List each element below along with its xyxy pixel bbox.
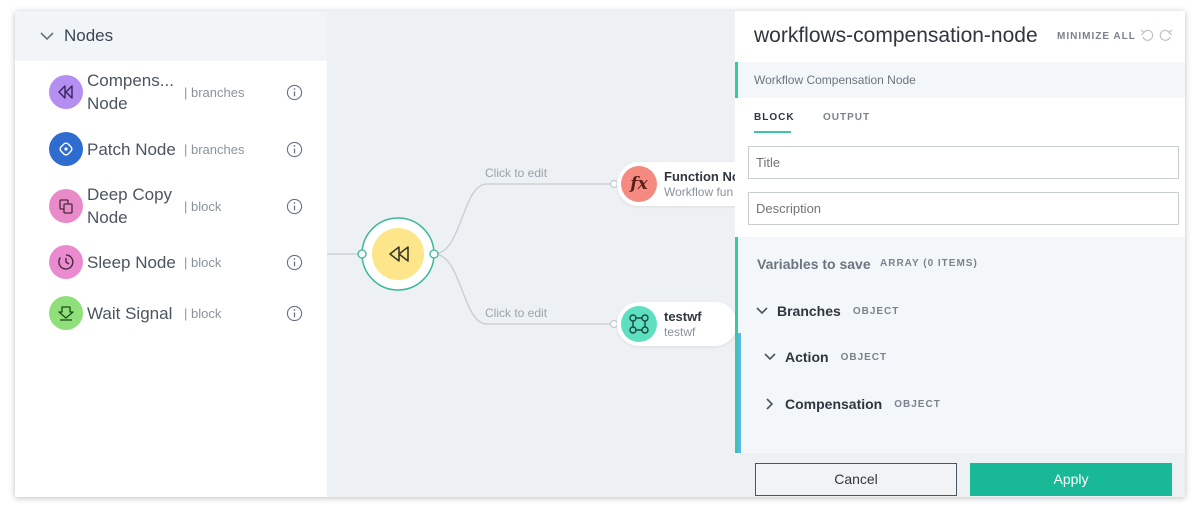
node-item-type: | branches: [184, 141, 245, 157]
properties-panel: workflows-compensation-node MINIMIZE ALL…: [735, 11, 1185, 497]
info-icon[interactable]: [286, 84, 303, 101]
panel-footer: Cancel Apply: [735, 453, 1185, 497]
node-item-patch[interactable]: Patch Node | branches: [15, 125, 327, 173]
description-input[interactable]: [748, 192, 1179, 225]
chevron-down-icon: [756, 307, 768, 315]
info-icon[interactable]: [286, 141, 303, 158]
node-library-title: Nodes: [64, 26, 114, 45]
app-frame: Nodes Compens... Node | branches Patch N…: [15, 11, 1185, 497]
minimize-all-button[interactable]: MINIMIZE ALL: [1057, 31, 1136, 42]
action-row[interactable]: Action OBJECT: [763, 349, 887, 365]
variables-label: Variables to save: [757, 256, 871, 272]
branches-children: Action OBJECT Compensation OBJECT: [738, 333, 1185, 453]
node-item-type: | block: [184, 254, 222, 270]
node-library-header[interactable]: Nodes: [15, 11, 327, 61]
function-node-subtitle: Workflow fun: [664, 185, 734, 199]
tab-block[interactable]: BLOCK: [754, 112, 795, 123]
node-item-label: Compens... Node: [87, 71, 174, 113]
info-icon[interactable]: [286, 254, 303, 271]
compensation-label: Compensation: [785, 396, 883, 412]
node-description-band: Workflow Compensation Node: [735, 62, 1185, 98]
testwf-node-card[interactable]: testwf testwf: [617, 302, 737, 346]
copy-icon: [49, 189, 83, 223]
node-item-deep-copy[interactable]: Deep Copy Node | block: [15, 182, 327, 230]
variables-type-tag: ARRAY (0 ITEMS): [880, 258, 978, 269]
edges-layer: [327, 179, 619, 329]
port-in: [357, 249, 367, 259]
edge-label-top[interactable]: Click to edit: [485, 166, 547, 180]
panel-title: workflows-compensation-node: [754, 24, 1038, 47]
node-item-label: Deep Copy Node: [87, 185, 173, 227]
redo-icon[interactable]: [1159, 28, 1173, 42]
chevron-down-icon: [40, 32, 54, 41]
action-label: Action: [785, 349, 829, 365]
active-tab-indicator: [754, 131, 791, 133]
download-icon: [49, 296, 83, 330]
branches-label: Branches: [777, 303, 841, 319]
info-icon[interactable]: [286, 305, 303, 322]
workflow-icon: [621, 306, 657, 342]
panel-tabs: BLOCK OUTPUT: [735, 98, 1185, 133]
node-item-label: Patch Node: [87, 139, 176, 159]
apply-button[interactable]: Apply: [970, 463, 1172, 496]
node-item-sleep[interactable]: Sleep Node | block: [15, 238, 327, 286]
action-type-tag: OBJECT: [840, 351, 888, 363]
compensation-type-tag: OBJECT: [894, 398, 941, 410]
workflow-canvas[interactable]: Click to edit Click to edit fx Function …: [327, 11, 757, 497]
patch-icon: [49, 132, 83, 166]
node-item-type: | branches: [184, 84, 245, 100]
fx-icon: fx: [621, 166, 657, 202]
node-item-type: | block: [184, 305, 222, 321]
compensation-row[interactable]: Compensation OBJECT: [763, 396, 941, 412]
edge-label-bottom[interactable]: Click to edit: [485, 306, 547, 320]
chevron-right-icon: [766, 398, 774, 410]
variables-section: Variables to save ARRAY (0 ITEMS) Branch…: [735, 237, 1185, 453]
edge-to-function: [433, 183, 614, 255]
branches-row[interactable]: Branches OBJECT: [755, 303, 899, 319]
node-item-type: | block: [184, 198, 222, 214]
undo-icon[interactable]: [1140, 28, 1154, 42]
testwf-node-name: testwf: [664, 309, 702, 324]
node-item-wait-signal[interactable]: Wait Signal | block: [15, 289, 327, 337]
function-node-name: Function No: [664, 169, 740, 184]
node-item-compensation[interactable]: Compens... Node | branches: [15, 68, 327, 116]
branches-type-tag: OBJECT: [852, 305, 900, 317]
node-library-panel: Nodes Compens... Node | branches Patch N…: [15, 11, 327, 497]
node-item-label: Sleep Node: [87, 252, 176, 272]
testwf-node-subtitle: testwf: [664, 325, 696, 339]
title-input[interactable]: [748, 146, 1179, 179]
rewind-icon: [49, 75, 83, 109]
clock-icon: [49, 245, 83, 279]
info-icon[interactable]: [286, 198, 303, 215]
port-out: [429, 249, 439, 259]
node-subtitle: Workflow Compensation Node: [754, 73, 916, 87]
tab-output[interactable]: OUTPUT: [823, 112, 870, 123]
compensation-node-core: [372, 228, 424, 280]
cancel-button[interactable]: Cancel: [755, 463, 957, 496]
node-item-label: Wait Signal: [87, 303, 173, 323]
chevron-down-icon: [764, 353, 776, 361]
